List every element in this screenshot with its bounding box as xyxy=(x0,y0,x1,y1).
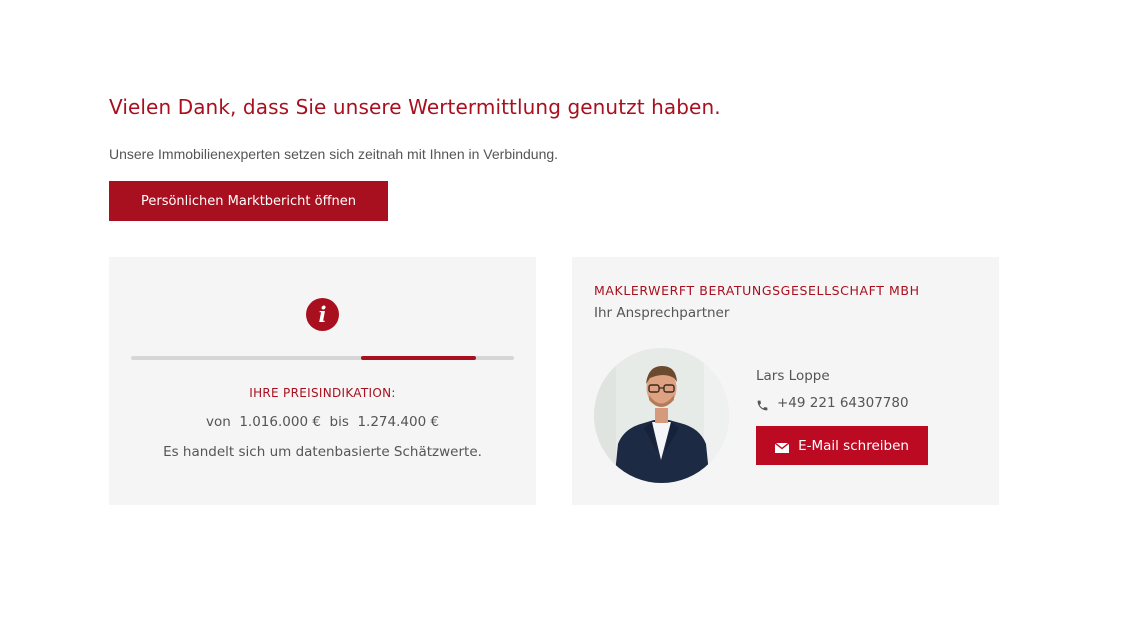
write-email-label: E-Mail schreiben xyxy=(798,437,909,454)
avatar-photo xyxy=(594,348,729,483)
page-title: Vielen Dank, dass Sie unsere Wertermittl… xyxy=(109,95,721,119)
mail-icon xyxy=(774,441,790,453)
phone-icon xyxy=(756,397,769,410)
price-range-text: von 1.016.000 € bis 1.274.400 € xyxy=(205,414,440,430)
contact-card: MAKLERWERFT BERATUNGSGESELLSCHAFT MBH Ih… xyxy=(572,257,999,505)
price-note: Es handelt sich um datenbasierte Schätzw… xyxy=(163,444,482,460)
avatar xyxy=(594,348,729,483)
price-indication-card: i IHRE PREISINDIKATION: von 1.016.000 € … xyxy=(109,257,536,505)
phone-row[interactable]: +49 221 64307780 xyxy=(756,395,909,411)
phone-number: +49 221 64307780 xyxy=(777,395,909,411)
contact-role: Ihr Ansprechpartner xyxy=(594,305,730,321)
price-range-bar xyxy=(131,356,514,360)
write-email-button[interactable]: E-Mail schreiben xyxy=(756,426,928,465)
price-indication-label: IHRE PREISINDIKATION: xyxy=(249,386,396,400)
info-icon: i xyxy=(306,298,339,331)
open-market-report-button[interactable]: Persönlichen Marktbericht öffnen xyxy=(109,181,388,221)
company-name: MAKLERWERFT BERATUNGSGESELLSCHAFT MBH xyxy=(594,283,920,298)
page-subtitle: Unsere Immobilienexperten setzen sich ze… xyxy=(109,146,559,162)
price-range-highlight xyxy=(360,356,476,360)
contact-name: Lars Loppe xyxy=(756,368,830,384)
